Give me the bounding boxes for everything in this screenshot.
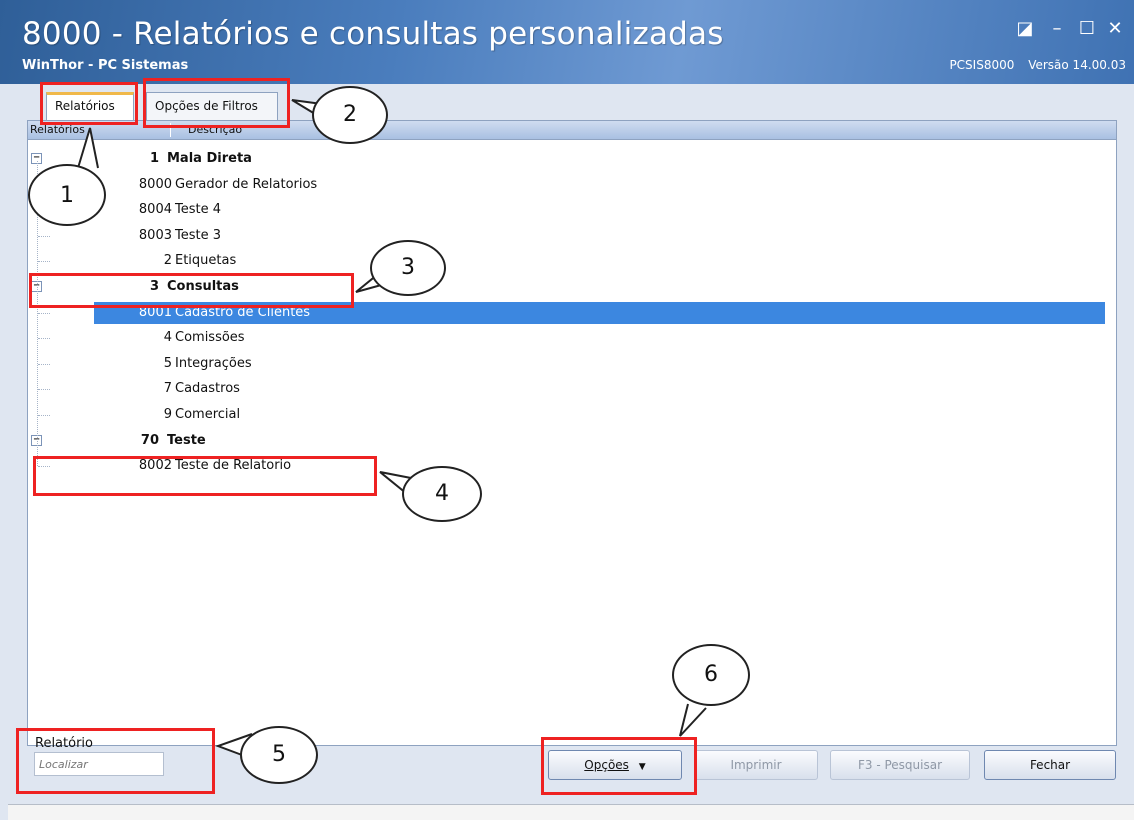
callout-1: 1 xyxy=(28,164,106,226)
app-window: 8000 - Relatórios e consultas personaliz… xyxy=(0,0,1134,820)
callout-tails xyxy=(77,99,707,759)
callout-5: 5 xyxy=(240,726,318,784)
callout-6: 6 xyxy=(672,644,750,706)
callout-3: 3 xyxy=(370,240,446,296)
callout-4: 4 xyxy=(402,466,482,522)
callout-2: 2 xyxy=(312,86,388,144)
